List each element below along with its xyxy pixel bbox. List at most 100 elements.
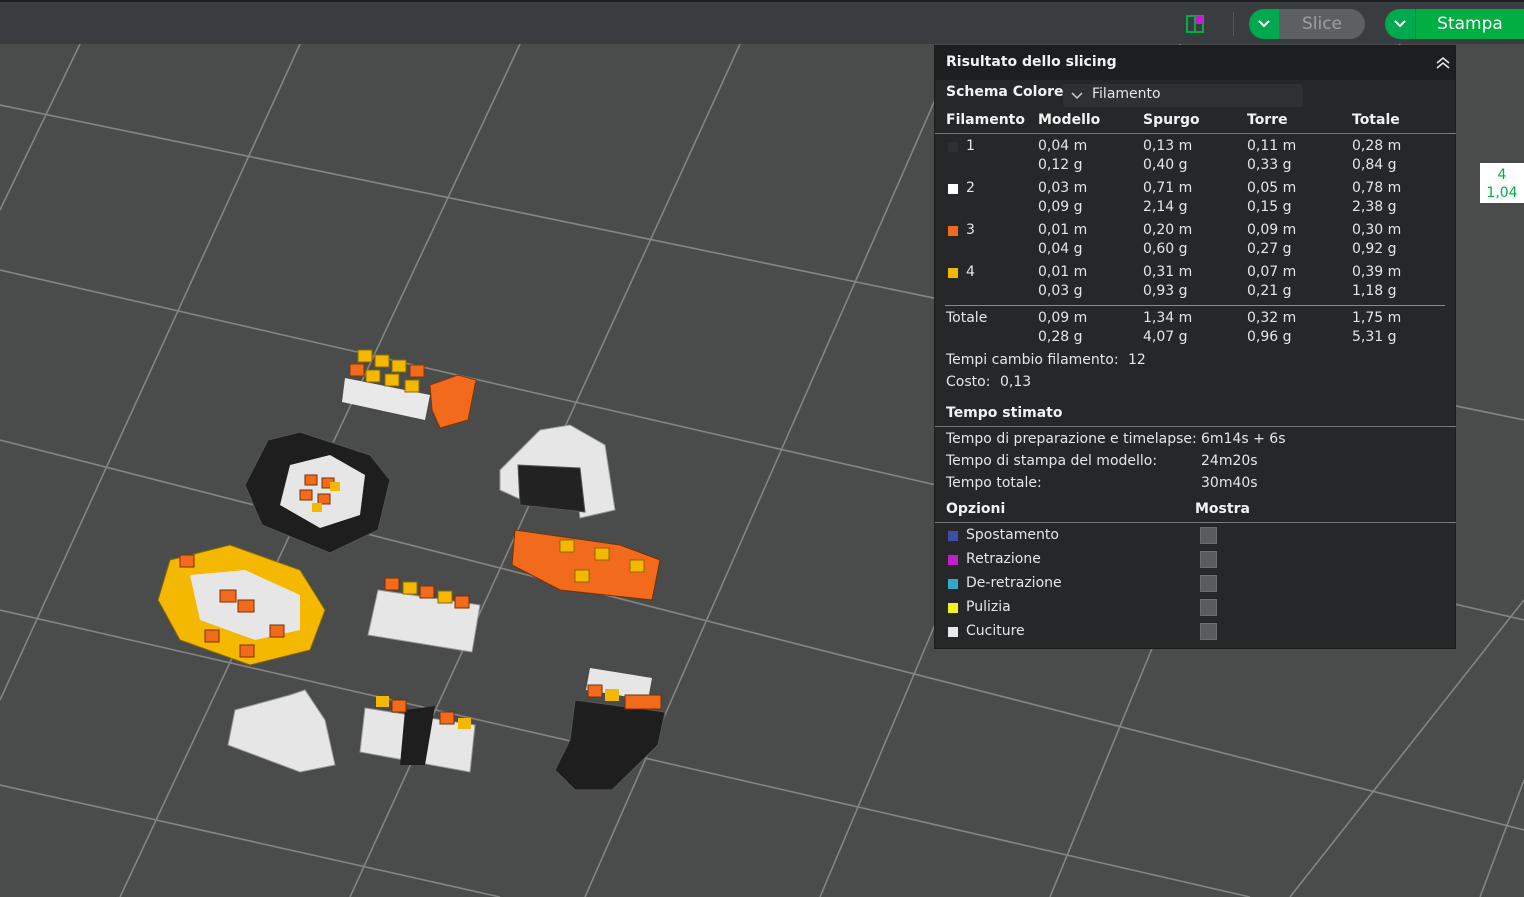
cell: 0,60 g bbox=[1143, 241, 1188, 257]
cell: 0,12 g bbox=[1038, 157, 1083, 173]
cell: 0,28 g bbox=[1038, 329, 1083, 345]
filament-changes-label: Tempi cambio filamento: bbox=[946, 352, 1119, 368]
cell: 0,96 g bbox=[1247, 329, 1292, 345]
filament-id: 4 bbox=[966, 264, 975, 280]
cell: 0,03 g bbox=[1038, 283, 1083, 299]
cell: 0,71 m bbox=[1143, 180, 1193, 196]
print-dropdown-chevron-icon[interactable] bbox=[1385, 9, 1415, 39]
cell: 0,15 g bbox=[1247, 199, 1292, 215]
slicing-result-panel: Risultato dello slicing Schema Colore Fi… bbox=[934, 45, 1456, 649]
cell: 4,07 g bbox=[1143, 329, 1188, 345]
cell: 0,13 m bbox=[1143, 138, 1193, 154]
option-label: Retrazione bbox=[966, 551, 1041, 567]
cell: 0,40 g bbox=[1143, 157, 1188, 173]
cell: 0,07 m bbox=[1247, 264, 1297, 280]
cell: 1,18 g bbox=[1352, 283, 1397, 299]
chevron-down-icon bbox=[1071, 92, 1083, 100]
column-header: Torre bbox=[1247, 112, 1288, 128]
prep-time-value: 6m14s + 6s bbox=[1201, 431, 1286, 447]
total-time-value: 30m40s bbox=[1201, 475, 1258, 491]
filament-color-swatch bbox=[948, 268, 958, 278]
print-button-label[interactable]: Stampa bbox=[1415, 9, 1524, 39]
option-color-swatch bbox=[948, 555, 958, 565]
cell: 0,31 m bbox=[1143, 264, 1193, 280]
cell: 0,93 g bbox=[1143, 283, 1188, 299]
filament-id: 3 bbox=[966, 222, 975, 238]
cell: 0,27 g bbox=[1247, 241, 1292, 257]
cell: 1,34 m bbox=[1143, 310, 1193, 326]
cell: 0,20 m bbox=[1143, 222, 1193, 238]
slice-button-label[interactable]: Slice bbox=[1279, 9, 1365, 39]
option-color-swatch bbox=[948, 603, 958, 613]
filament-color-swatch bbox=[948, 142, 958, 152]
slice-dropdown-chevron-icon[interactable] bbox=[1249, 9, 1279, 39]
cell: 0,09 m bbox=[1247, 222, 1297, 238]
layer-height: 1,04 bbox=[1486, 185, 1518, 201]
color-scheme-label: Schema Colore bbox=[946, 84, 1064, 100]
option-color-swatch bbox=[948, 579, 958, 589]
model-time-label: Tempo di stampa del modello: bbox=[946, 453, 1158, 469]
divider bbox=[945, 305, 1445, 306]
cost-value: 0,13 bbox=[1000, 374, 1032, 390]
panel-title: Risultato dello slicing bbox=[946, 54, 1117, 70]
cell: 0,01 m bbox=[1038, 264, 1088, 280]
cell: 0,01 m bbox=[1038, 222, 1088, 238]
option-color-swatch bbox=[948, 531, 958, 541]
collapse-chevron-icon[interactable] bbox=[1435, 56, 1451, 70]
totals-label: Totale bbox=[946, 310, 988, 326]
cell: 0,28 m bbox=[1352, 138, 1402, 154]
column-header: Filamento bbox=[946, 112, 1025, 128]
divider bbox=[935, 426, 1456, 427]
cell: 0,11 m bbox=[1247, 138, 1297, 154]
prep-time-label: Tempo di preparazione e timelapse: bbox=[946, 431, 1197, 447]
cell: 0,33 g bbox=[1247, 157, 1292, 173]
filament-color-swatch bbox=[948, 184, 958, 194]
cell: 5,31 g bbox=[1352, 329, 1397, 345]
show-checkbox[interactable] bbox=[1200, 599, 1217, 616]
cell: 0,04 m bbox=[1038, 138, 1088, 154]
cell: 0,04 g bbox=[1038, 241, 1083, 257]
show-checkbox[interactable] bbox=[1200, 575, 1217, 592]
cell: 2,38 g bbox=[1352, 199, 1397, 215]
show-heading: Mostra bbox=[1195, 501, 1250, 517]
cell: 0,21 g bbox=[1247, 283, 1292, 299]
column-header: Spurgo bbox=[1143, 112, 1200, 128]
top-toolbar: Slice Stampa bbox=[0, 0, 1524, 44]
filament-id: 2 bbox=[966, 180, 975, 196]
slice-button[interactable]: Slice bbox=[1249, 9, 1365, 39]
filament-id: 1 bbox=[966, 138, 975, 154]
cell: 0,39 m bbox=[1352, 264, 1402, 280]
show-checkbox[interactable] bbox=[1200, 623, 1217, 640]
total-time-label: Tempo totale: bbox=[946, 475, 1042, 491]
column-header: Modello bbox=[1038, 112, 1101, 128]
cell: 0,84 g bbox=[1352, 157, 1397, 173]
layer-slider-badge[interactable]: 4 1,04 bbox=[1480, 163, 1524, 203]
cell: 2,14 g bbox=[1143, 199, 1188, 215]
cost-label: Costo: bbox=[946, 374, 991, 390]
option-label: Spostamento bbox=[966, 527, 1059, 543]
divider bbox=[935, 522, 1456, 523]
option-label: De-retrazione bbox=[966, 575, 1062, 591]
show-checkbox[interactable] bbox=[1200, 527, 1217, 544]
toolbar-separator bbox=[1233, 12, 1234, 36]
cell: 0,03 m bbox=[1038, 180, 1088, 196]
cell: 0,32 m bbox=[1247, 310, 1297, 326]
cell: 0,09 m bbox=[1038, 310, 1088, 326]
option-label: Pulizia bbox=[966, 599, 1011, 615]
color-scheme-select[interactable]: Filamento bbox=[1063, 84, 1303, 107]
cell: 0,09 g bbox=[1038, 199, 1083, 215]
split-view-icon[interactable] bbox=[1186, 15, 1204, 33]
cell: 0,30 m bbox=[1352, 222, 1402, 238]
option-label: Cuciture bbox=[966, 623, 1025, 639]
option-color-swatch bbox=[948, 627, 958, 637]
options-heading: Opzioni bbox=[946, 501, 1006, 517]
show-checkbox[interactable] bbox=[1200, 551, 1217, 568]
filament-color-swatch bbox=[948, 226, 958, 236]
cell: 0,92 g bbox=[1352, 241, 1397, 257]
print-button[interactable]: Stampa bbox=[1385, 9, 1524, 39]
estimated-time-heading: Tempo stimato bbox=[946, 405, 1063, 421]
divider bbox=[935, 133, 1456, 134]
column-header: Totale bbox=[1352, 112, 1400, 128]
cell: 1,75 m bbox=[1352, 310, 1402, 326]
model-time-value: 24m20s bbox=[1201, 453, 1258, 469]
